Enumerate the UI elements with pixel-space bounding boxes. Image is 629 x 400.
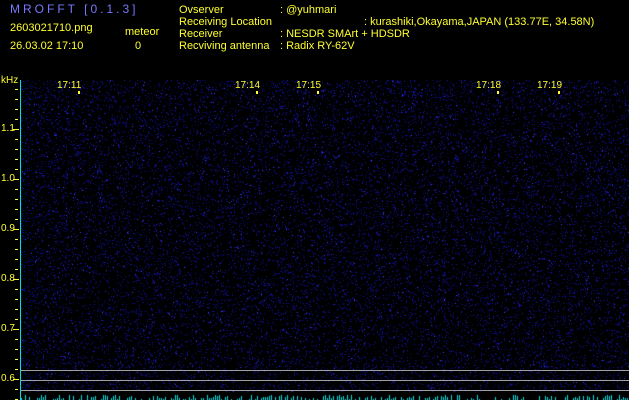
y-tick [15, 89, 18, 90]
time-label: 17:19 [537, 80, 563, 91]
y-tick [13, 379, 19, 380]
y-tick [15, 149, 18, 150]
time-marker [78, 91, 80, 94]
y-tick [15, 309, 18, 310]
y-tick [15, 359, 18, 360]
time-marker [497, 91, 499, 94]
meteor-count: 0 [135, 40, 142, 52]
app-title: MROFFT [0.1.3] [10, 2, 139, 16]
y-tick [15, 209, 18, 210]
info-label: Recviving antenna [179, 40, 270, 52]
y-tick [15, 319, 18, 320]
unit-label: kHz [1, 75, 19, 86]
info-value: : Radix RY-62V [280, 40, 355, 52]
time-marker [558, 91, 560, 94]
y-tick [15, 199, 18, 200]
guide-line [21, 380, 629, 381]
y-tick [15, 299, 18, 300]
y-tick [15, 289, 18, 290]
info-label: Receiving Location [179, 16, 272, 28]
y-tick [15, 189, 18, 190]
y-tick [15, 349, 18, 350]
info-value: : @yuhmari [280, 4, 337, 16]
y-tick [15, 109, 18, 110]
guide-line [21, 390, 629, 391]
meteor-label: meteor [125, 26, 160, 38]
y-tick [13, 129, 19, 130]
y-tick [15, 159, 18, 160]
y-tick [15, 389, 18, 390]
info-value: : NESDR SMArt + HDSDR [280, 28, 410, 40]
y-tick [15, 239, 18, 240]
time-marker [317, 91, 319, 94]
y-tick [15, 169, 18, 170]
y-axis [20, 80, 21, 400]
datetime: 26.03.02 17:10 [10, 40, 84, 52]
y-tick [15, 259, 18, 260]
y-tick [15, 339, 18, 340]
time-label: 17:14 [235, 80, 261, 91]
y-tick [15, 119, 18, 120]
spectrogram [21, 80, 629, 400]
info-label: Ovserver [179, 4, 224, 16]
guide-line [21, 370, 629, 371]
y-tick [15, 139, 18, 140]
y-tick [15, 269, 18, 270]
y-tick [13, 179, 19, 180]
filename: 2603021710.png [10, 22, 93, 34]
time-label: 17:15 [296, 80, 322, 91]
y-tick [15, 99, 18, 100]
time-marker [256, 91, 258, 94]
time-label: 17:11 [57, 80, 82, 91]
y-tick [15, 369, 18, 370]
y-tick [13, 329, 19, 330]
y-tick [13, 279, 19, 280]
info-value: : kurashiki,Okayama,JAPAN (133.77E, 34.5… [364, 16, 595, 28]
y-tick [15, 249, 18, 250]
y-tick [13, 229, 19, 230]
info-label: Receiver [179, 28, 223, 40]
y-tick [15, 219, 18, 220]
time-label: 17:18 [476, 80, 502, 91]
